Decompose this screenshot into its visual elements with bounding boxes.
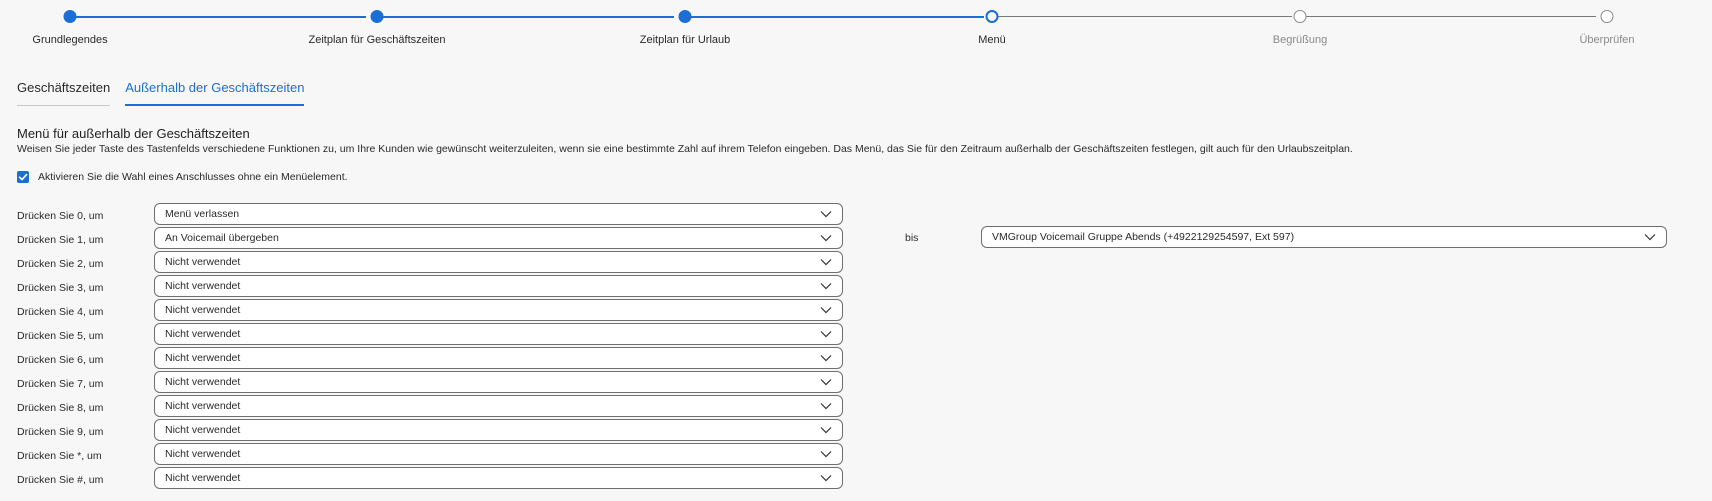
key-label: Drücken Sie 3, um (17, 282, 104, 294)
chevron-down-icon (1644, 234, 1656, 241)
key-row: Drücken Sie 4, um Nicht verwendet (17, 298, 843, 322)
chevron-down-icon (820, 235, 832, 242)
key-action-select[interactable]: Nicht verwendet (154, 299, 843, 321)
chevron-down-icon (820, 259, 832, 266)
extension-dial-checkbox[interactable] (17, 171, 29, 183)
key-label: Drücken Sie 9, um (17, 426, 104, 438)
select-value: Nicht verwendet (165, 400, 241, 412)
chevron-down-icon (820, 475, 832, 482)
extension-dial-option: Aktivieren Sie die Wahl eines Anschlusse… (17, 171, 348, 183)
key-label: Drücken Sie 6, um (17, 354, 104, 366)
stepper-connector (1306, 16, 1596, 17)
select-value: Nicht verwendet (165, 448, 241, 460)
select-value: Nicht verwendet (165, 304, 241, 316)
chevron-down-icon (820, 211, 832, 218)
key-action-select[interactable]: Nicht verwendet (154, 419, 843, 441)
select-value: Nicht verwendet (165, 472, 241, 484)
key-label: Drücken Sie #, um (17, 474, 104, 486)
section-title: Menü für außerhalb der Geschäftszeiten (17, 126, 250, 141)
stepper-connector (378, 16, 674, 18)
chevron-down-icon (820, 283, 832, 290)
step-label-menu: Menü (978, 34, 1006, 46)
select-value: An Voicemail übergeben (165, 232, 279, 244)
select-value: Nicht verwendet (165, 328, 241, 340)
key-row: Drücken Sie 1, um An Voicemail übergeben (17, 226, 843, 250)
key-row: Drücken Sie 6, um Nicht verwendet (17, 346, 843, 370)
key-row: Drücken Sie 7, um Nicht verwendet (17, 370, 843, 394)
chevron-down-icon (820, 403, 832, 410)
key-action-select[interactable]: Nicht verwendet (154, 467, 843, 489)
chevron-down-icon (820, 307, 832, 314)
step-label-grundlegendes: Grundlegendes (32, 34, 108, 46)
step-label-begruessung: Begrüßung (1272, 34, 1328, 46)
bis-label: bis (905, 232, 919, 244)
key-row: Drücken Sie 9, um Nicht verwendet (17, 418, 843, 442)
select-value: Nicht verwendet (165, 256, 241, 268)
key-action-select[interactable]: Menü verlassen (154, 203, 843, 225)
key-action-select[interactable]: Nicht verwendet (154, 443, 843, 465)
key-label: Drücken Sie 7, um (17, 378, 104, 390)
key-row: Drücken Sie 8, um Nicht verwendet (17, 394, 843, 418)
select-value: Nicht verwendet (165, 376, 241, 388)
key-row: Drücken Sie 5, um Nicht verwendet (17, 322, 843, 346)
key-label: Drücken Sie 8, um (17, 402, 104, 414)
key-row: Drücken Sie 2, um Nicht verwendet (17, 250, 843, 274)
chevron-down-icon (820, 331, 832, 338)
step-dot-geschaeftszeiten[interactable] (370, 10, 384, 23)
step-dot-urlaub[interactable] (678, 10, 692, 23)
key-label: Drücken Sie 5, um (17, 330, 104, 342)
key-label: Drücken Sie *, um (17, 450, 102, 462)
checkmark-icon (18, 173, 28, 181)
chevron-down-icon (820, 427, 832, 434)
key-action-select[interactable]: Nicht verwendet (154, 371, 843, 393)
key-action-select[interactable]: Nicht verwendet (154, 275, 843, 297)
extension-dial-label: Aktivieren Sie die Wahl eines Anschlusse… (38, 171, 348, 183)
select-value: Nicht verwendet (165, 352, 241, 364)
select-value: VMGroup Voicemail Gruppe Abends (+492212… (992, 231, 1295, 243)
key-label: Drücken Sie 1, um (17, 234, 104, 246)
section-description: Weisen Sie jeder Taste des Tastenfelds v… (17, 143, 1353, 155)
chevron-down-icon (820, 355, 832, 362)
key-row: Drücken Sie *, um Nicht verwendet (17, 442, 843, 466)
chevron-down-icon (820, 451, 832, 458)
key-row: Drücken Sie 3, um Nicht verwendet (17, 274, 843, 298)
key-action-select[interactable]: Nicht verwendet (154, 323, 843, 345)
stepper-connector (686, 16, 984, 18)
key-action-select[interactable]: Nicht verwendet (154, 395, 843, 417)
step-label-ueberpruefen: Überprüfen (1579, 34, 1635, 46)
tab-bar: Geschäftszeiten Außerhalb der Geschäftsz… (17, 80, 319, 106)
key-mapping-list: Drücken Sie 0, um Menü verlassen Drücken S… (17, 202, 843, 490)
tab-ausserhalb-geschaeftszeiten[interactable]: Außerhalb der Geschäftszeiten (125, 80, 305, 106)
stepper-connector (70, 16, 366, 18)
select-value: Menü verlassen (165, 208, 240, 220)
key-label: Drücken Sie 2, um (17, 258, 104, 270)
step-dot-grundlegendes[interactable] (63, 10, 77, 23)
step-label-urlaub: Zeitplan für Urlaub (639, 34, 731, 46)
step-label-geschaeftszeiten: Zeitplan für Geschäftszeiten (308, 34, 446, 46)
select-value: Nicht verwendet (165, 424, 241, 436)
chevron-down-icon (820, 379, 832, 386)
key-action-select[interactable]: An Voicemail übergeben (154, 227, 843, 249)
key-label: Drücken Sie 4, um (17, 306, 104, 318)
select-value: Nicht verwendet (165, 280, 241, 292)
key-action-select[interactable]: Nicht verwendet (154, 251, 843, 273)
progress-stepper: Grundlegendes Zeitplan für Geschäftszeit… (0, 0, 1712, 60)
key-label: Drücken Sie 0, um (17, 210, 104, 222)
step-dot-ueberpruefen (1600, 10, 1614, 23)
voicemail-destination-select[interactable]: VMGroup Voicemail Gruppe Abends (+492212… (981, 226, 1667, 248)
step-dot-menu[interactable] (985, 10, 999, 23)
key-action-select[interactable]: Nicht verwendet (154, 347, 843, 369)
step-dot-begruessung (1293, 10, 1307, 23)
stepper-connector (998, 16, 1292, 17)
key-row: Drücken Sie #, um Nicht verwendet (17, 466, 843, 490)
tab-geschaeftszeiten[interactable]: Geschäftszeiten (17, 80, 111, 106)
key-row: Drücken Sie 0, um Menü verlassen (17, 202, 843, 226)
